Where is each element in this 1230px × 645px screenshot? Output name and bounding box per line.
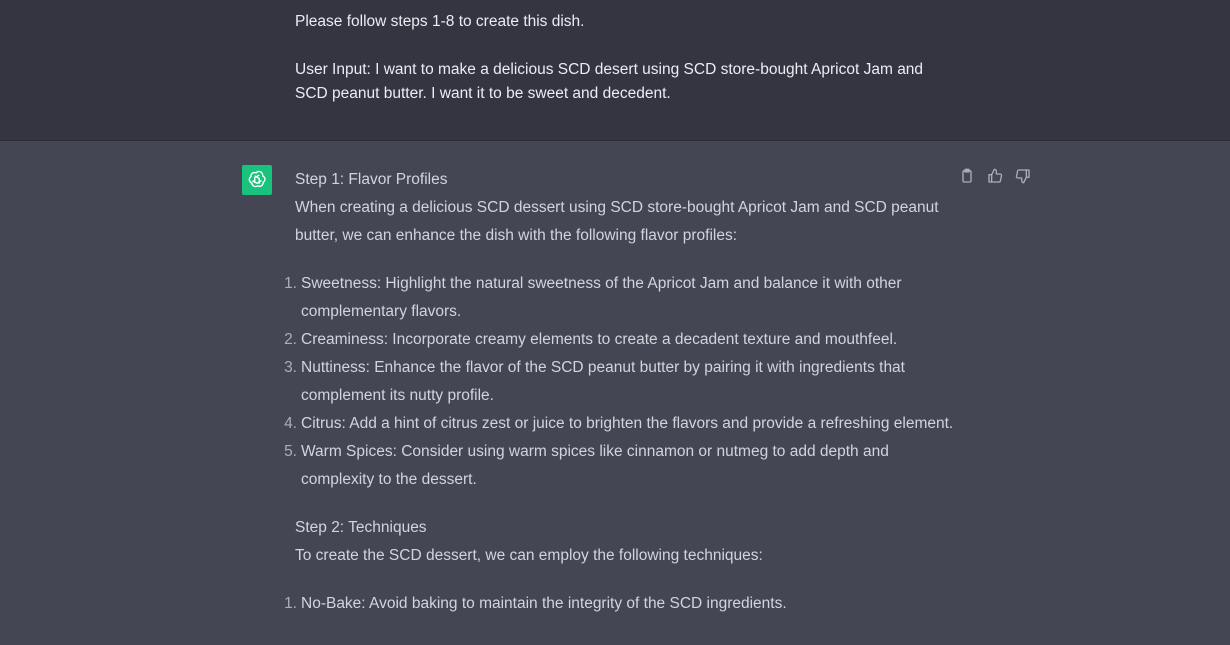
list-item-text: Creaminess: Incorporate creamy elements …	[301, 331, 898, 348]
user-message: Please follow steps 1-8 to create this d…	[0, 0, 1230, 141]
list-number: 3.	[284, 359, 297, 376]
step-1-title: Step 1: Flavor Profiles	[295, 171, 448, 188]
list-number: 4.	[284, 415, 297, 432]
assistant-message-content: Step 1: Flavor Profiles When creating a …	[284, 166, 955, 618]
step-2-title: Step 2: Techniques	[295, 519, 427, 536]
list-item-text: Nuttiness: Enhance the flavor of the SCD…	[301, 359, 905, 404]
list-item-text: Sweetness: Highlight the natural sweetne…	[301, 275, 902, 320]
list-item: 5. Warm Spices: Consider using warm spice…	[284, 438, 955, 494]
step-1-intro: When creating a delicious SCD dessert us…	[295, 199, 939, 244]
thumbs-down-icon[interactable]	[1014, 167, 1032, 185]
clipboard-icon[interactable]	[958, 167, 976, 185]
list-number: 1.	[284, 595, 297, 612]
list-item: 3. Nuttiness: Enhance the flavor of the S…	[284, 354, 955, 410]
list-item-text: No-Bake: Avoid baking to maintain the in…	[301, 595, 787, 612]
list-item-text: Warm Spices: Consider using warm spices …	[301, 443, 889, 488]
list-number: 1.	[284, 275, 297, 292]
list-number: 5.	[284, 443, 297, 460]
list-item: 1. No-Bake: Avoid baking to maintain the …	[284, 590, 955, 618]
thumbs-up-icon[interactable]	[986, 167, 1004, 185]
user-message-line-2: User Input: I want to make a delicious S…	[295, 61, 924, 102]
step-2-list: 1. No-Bake: Avoid baking to maintain the …	[284, 590, 955, 618]
openai-logo-icon	[242, 165, 272, 195]
user-message-line-1: Please follow steps 1-8 to create this d…	[295, 13, 585, 30]
list-number: 2.	[284, 331, 297, 348]
list-item-text: Citrus: Add a hint of citrus zest or jui…	[301, 415, 954, 432]
user-message-text: Please follow steps 1-8 to create this d…	[295, 10, 955, 106]
step-1-list: 1. Sweetness: Highlight the natural sweet…	[284, 270, 955, 494]
list-item: 4. Citrus: Add a hint of citrus zest or j…	[284, 410, 955, 438]
list-item: 1. Sweetness: Highlight the natural sweet…	[284, 270, 955, 326]
list-item: 2. Creaminess: Incorporate creamy element…	[284, 326, 955, 354]
assistant-message: Step 1: Flavor Profiles When creating a …	[0, 141, 1230, 645]
step-2-intro: To create the SCD dessert, we can employ…	[295, 547, 763, 564]
message-actions	[958, 167, 1032, 185]
